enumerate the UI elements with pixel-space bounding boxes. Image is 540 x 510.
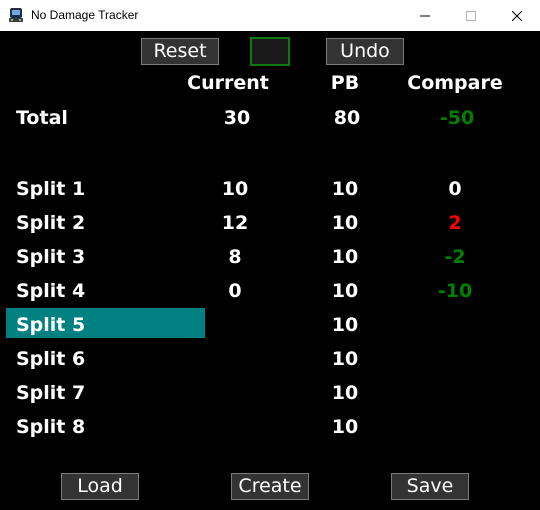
- split-compare: -10: [437, 280, 473, 302]
- split-current: 8: [228, 246, 242, 268]
- split-label: Split 1: [16, 178, 86, 200]
- header-compare: Compare: [407, 72, 503, 94]
- minimize-button[interactable]: [402, 0, 448, 31]
- split-label: Split 3: [16, 246, 86, 268]
- split-pb: 10: [331, 416, 359, 438]
- split-pb: 10: [331, 280, 359, 302]
- split-pb: 10: [331, 246, 359, 268]
- title-bar: No Damage Tracker: [0, 0, 540, 31]
- save-button[interactable]: Save: [391, 473, 469, 500]
- split-pb: 10: [331, 178, 359, 200]
- minimize-icon: [420, 6, 430, 25]
- total-current: 30: [223, 107, 251, 129]
- split-pb: 10: [331, 212, 359, 234]
- split-current: 0: [228, 280, 242, 302]
- maximize-icon: [466, 6, 476, 25]
- header-pb: PB: [330, 72, 360, 94]
- split-compare: 2: [448, 212, 462, 234]
- total-label: Total: [16, 107, 68, 129]
- close-icon: [511, 6, 523, 25]
- controller-app-icon: [8, 7, 24, 23]
- split-label: Split 4: [16, 280, 86, 302]
- split-pb: 10: [331, 348, 359, 370]
- maximize-button[interactable]: [448, 0, 494, 31]
- split-label: Split 6: [16, 348, 86, 370]
- split-label: Split 5: [16, 314, 86, 336]
- split-label: Split 8: [16, 416, 86, 438]
- reset-button[interactable]: Reset: [141, 38, 219, 65]
- split-current: 12: [221, 212, 249, 234]
- split-label: Split 2: [16, 212, 86, 234]
- split-compare: 0: [448, 178, 462, 200]
- load-button[interactable]: Load: [61, 473, 139, 500]
- split-compare: -2: [444, 246, 466, 268]
- split-current: 10: [221, 178, 249, 200]
- status-indicator: [250, 37, 290, 66]
- split-label: Split 7: [16, 382, 86, 404]
- split-pb: 10: [331, 382, 359, 404]
- window-title: No Damage Tracker: [31, 8, 139, 22]
- split-pb: 10: [331, 314, 359, 336]
- total-pb: 80: [333, 107, 361, 129]
- close-button[interactable]: [494, 0, 540, 31]
- tracker-panel: Reset Undo Current PB Compare Total 30 8…: [0, 31, 540, 510]
- undo-button[interactable]: Undo: [326, 38, 404, 65]
- create-button[interactable]: Create: [231, 473, 309, 500]
- header-current: Current: [187, 72, 269, 94]
- total-compare: -50: [439, 107, 475, 129]
